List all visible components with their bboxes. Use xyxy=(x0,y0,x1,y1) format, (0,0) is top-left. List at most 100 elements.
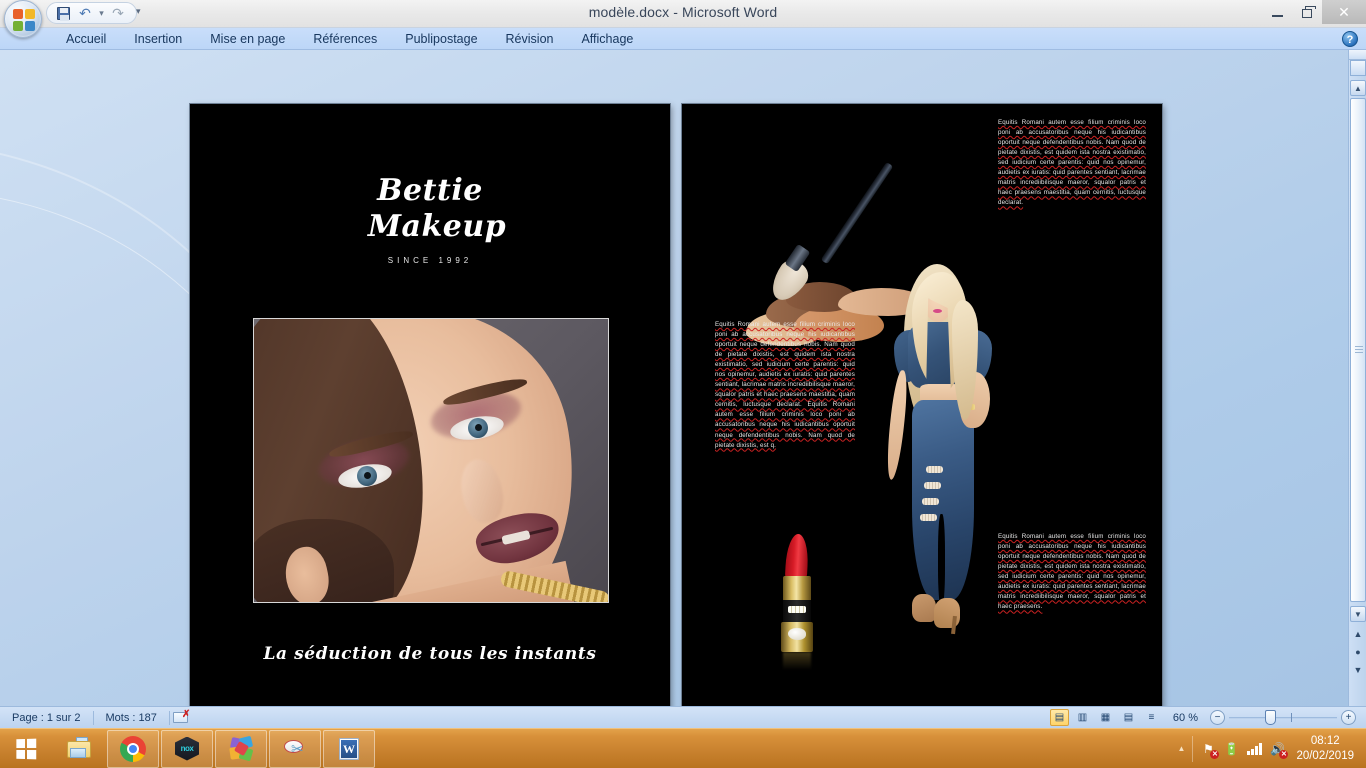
vertical-scrollbar[interactable]: ▲ ▼ ▲ ● ▼ xyxy=(1348,50,1366,706)
browse-previous-button[interactable]: ▲ xyxy=(1350,626,1366,642)
taskbar-item-google-chrome[interactable] xyxy=(107,729,159,768)
taskbar-item-photos[interactable] xyxy=(215,729,267,768)
start-button[interactable] xyxy=(0,729,52,768)
view-print-layout-button[interactable]: ▤ xyxy=(1049,709,1069,726)
taskbar-item-snipping-tool[interactable]: ✂ xyxy=(269,729,321,768)
network-error-badge: ✕ xyxy=(1210,749,1220,759)
view-outline-button[interactable]: ▤ xyxy=(1119,709,1138,726)
portrait-pupil-left xyxy=(364,472,371,479)
tab-revision[interactable]: Révision xyxy=(492,28,568,50)
word-count[interactable]: Mots : 187 xyxy=(94,712,169,724)
document-page-2[interactable]: Equitis Romani autem esse filium crimini… xyxy=(682,104,1162,706)
minimize-button[interactable] xyxy=(1262,2,1292,24)
zoom-slider-track xyxy=(1229,717,1337,719)
signal-bars xyxy=(1247,742,1262,755)
clock-date: 20/02/2019 xyxy=(1296,749,1354,762)
volume-muted-badge: ✕ xyxy=(1279,749,1289,759)
word-application-window: ↶ ▾ ↷ ▾ modèle.docx - Microsoft Word ✕ A… xyxy=(0,0,1366,768)
tab-affichage[interactable]: Affichage xyxy=(567,28,647,50)
beauty-portrait-image[interactable] xyxy=(253,318,609,603)
close-button[interactable]: ✕ xyxy=(1322,0,1366,24)
clock-time: 08:12 xyxy=(1310,735,1340,748)
taskbar-item-microsoft-word[interactable]: W xyxy=(323,729,375,768)
network-flag-icon[interactable]: ⚑ ✕ xyxy=(1200,741,1220,759)
lipstick-image[interactable] xyxy=(770,532,826,670)
lipstick-emblem xyxy=(788,628,806,640)
scrollbar-thumb[interactable] xyxy=(1350,98,1366,602)
ribbon-tab-bar: Accueil Insertion Mise en page Référence… xyxy=(0,28,1366,50)
model-lips xyxy=(933,309,942,313)
help-icon[interactable]: ? xyxy=(1342,31,1358,47)
model-arm-left xyxy=(884,369,910,481)
tab-mise-en-page[interactable]: Mise en page xyxy=(196,28,299,50)
split-window-handle[interactable] xyxy=(1349,50,1366,60)
volume-icon[interactable]: 🔊 ✕ xyxy=(1269,741,1289,759)
file-explorer-icon xyxy=(66,736,92,762)
word-icon: W xyxy=(336,736,362,762)
chrome-icon xyxy=(120,735,146,762)
lipstick-bullet xyxy=(784,534,810,580)
latin-paragraph-bottom[interactable]: Equitis Romani autem esse filium crimini… xyxy=(998,532,1146,612)
nox-icon: nox xyxy=(174,736,200,762)
tab-accueil[interactable]: Accueil xyxy=(52,28,120,50)
scrollbar-grip-icon xyxy=(1355,346,1363,353)
browse-next-button[interactable]: ▼ xyxy=(1350,662,1366,678)
window-controls: ✕ xyxy=(1262,0,1366,26)
brand-logo: Bettie Makeup SINCE 1992 xyxy=(190,176,670,266)
taskbar-item-file-explorer[interactable] xyxy=(53,730,105,768)
status-bar-right: ▤ ▥ ▦ ▤ ≡ 60 % − + xyxy=(1049,709,1366,726)
zoom-in-button[interactable]: + xyxy=(1341,710,1356,725)
page-indicator[interactable]: Page : 1 sur 2 xyxy=(0,712,93,724)
ribbon-tabs: Accueil Insertion Mise en page Référence… xyxy=(52,28,647,50)
snipping-tool-icon: ✂ xyxy=(282,736,308,762)
portrait-pupil-right xyxy=(475,424,482,431)
proofing-errors-icon: ✗ xyxy=(173,709,191,723)
show-hidden-icons-button[interactable]: ▲ xyxy=(1178,744,1186,753)
taskbar-item-nox[interactable]: nox xyxy=(161,729,213,768)
error-mark-icon: ✗ xyxy=(181,709,191,720)
jeans-rip-1 xyxy=(926,466,943,473)
jeans-rip-2 xyxy=(924,482,941,489)
proofing-status-button[interactable]: ✗ xyxy=(170,709,192,723)
word-icon-label: W xyxy=(343,741,355,756)
document-workspace[interactable]: Bettie Makeup SINCE 1992 La séduction de… xyxy=(0,50,1366,706)
maximize-button[interactable] xyxy=(1292,2,1322,24)
photos-icon xyxy=(228,735,254,762)
system-tray: ▲ ⚑ ✕ 🔋 🔊 ✕ 08:12 20/02/2019 xyxy=(1178,729,1366,768)
tab-insertion[interactable]: Insertion xyxy=(120,28,196,50)
scroll-up-button[interactable]: ▲ xyxy=(1350,80,1366,96)
zoom-slider-tick xyxy=(1291,713,1292,722)
model-shoe-left xyxy=(912,594,936,622)
windows-taskbar: nox ✂ W ▲ ⚑ ✕ 🔋 🔊 ✕ 08:12 20/02/2019 xyxy=(0,728,1366,768)
latin-paragraph-top[interactable]: Equitis Romani autem esse filium crimini… xyxy=(998,118,1146,208)
select-browse-object-button[interactable]: ● xyxy=(1350,644,1366,660)
view-draft-button[interactable]: ≡ xyxy=(1142,709,1161,726)
tab-references[interactable]: Références xyxy=(299,28,391,50)
view-web-layout-button[interactable]: ▦ xyxy=(1096,709,1115,726)
zoom-slider-handle[interactable] xyxy=(1265,710,1276,725)
select-browse-object-top-icon[interactable] xyxy=(1350,60,1366,76)
brush-handle xyxy=(820,161,894,265)
tab-publipostage[interactable]: Publipostage xyxy=(391,28,491,50)
clock[interactable]: 08:12 20/02/2019 xyxy=(1292,734,1358,763)
zoom-slider[interactable] xyxy=(1229,710,1337,725)
document-page-1[interactable]: Bettie Makeup SINCE 1992 La séduction de… xyxy=(190,104,670,706)
title-bar: ↶ ▾ ↷ ▾ modèle.docx - Microsoft Word ✕ xyxy=(0,0,1366,38)
view-full-screen-reading-button[interactable]: ▥ xyxy=(1073,709,1092,726)
tagline-text: La séduction de tous les instants xyxy=(263,644,597,664)
minimize-icon xyxy=(1271,15,1283,17)
model-leg-gap xyxy=(938,514,945,606)
lipstick-jewel-strip xyxy=(788,606,806,613)
lipstick-reflection xyxy=(783,652,811,670)
nox-icon-label: nox xyxy=(180,744,194,753)
signal-strength-icon[interactable] xyxy=(1246,741,1262,757)
fashion-model-image[interactable] xyxy=(868,264,1008,664)
office-button[interactable] xyxy=(4,0,42,38)
status-bar: Page : 1 sur 2 Mots : 187 ✗ ▤ ▥ ▦ ▤ ≡ 60… xyxy=(0,706,1366,728)
zoom-level-label[interactable]: 60 % xyxy=(1165,712,1206,724)
restore-icon xyxy=(1302,5,1316,18)
latin-paragraph-middle[interactable]: Equitis Romani autem esse filium crimini… xyxy=(715,320,855,451)
battery-icon[interactable]: 🔋 xyxy=(1223,741,1239,757)
scroll-down-button[interactable]: ▼ xyxy=(1350,606,1366,622)
zoom-out-button[interactable]: − xyxy=(1210,710,1225,725)
